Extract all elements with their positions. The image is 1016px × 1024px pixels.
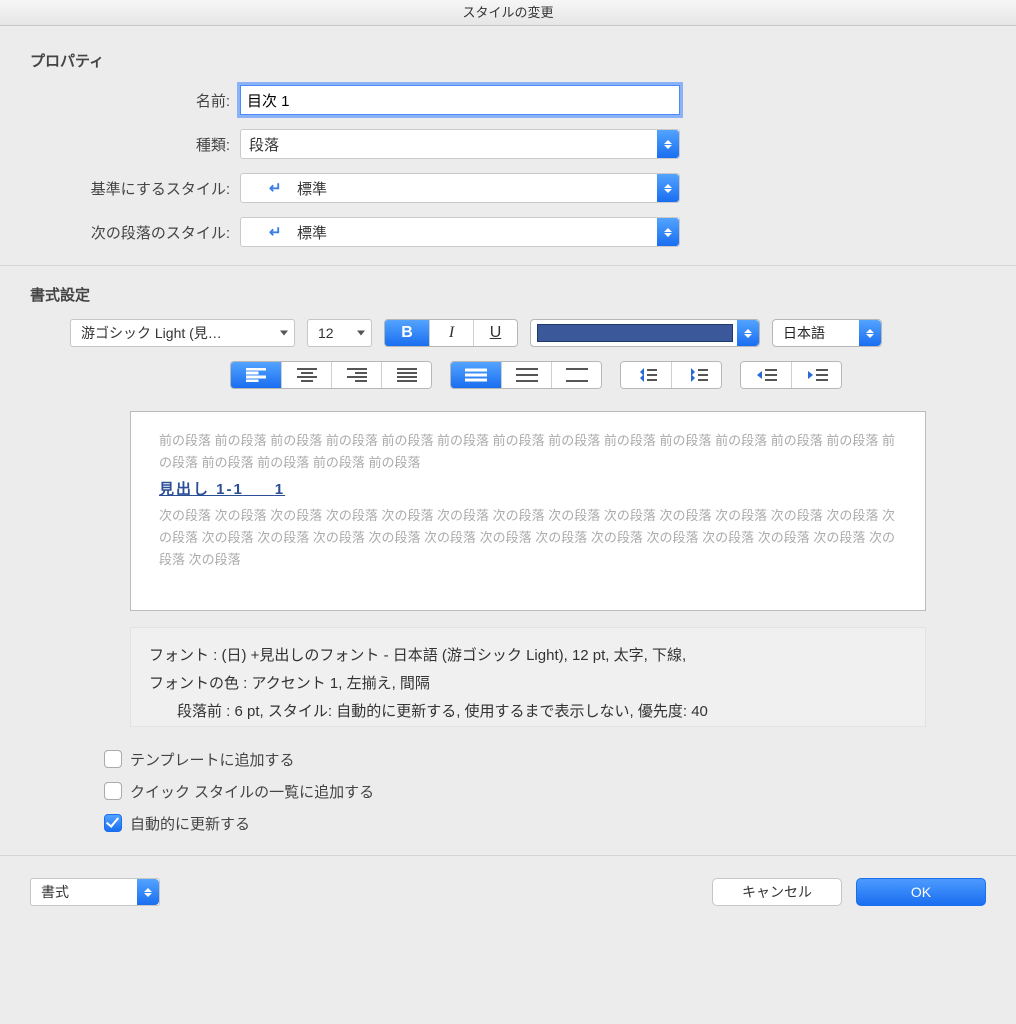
language-value: 日本語 xyxy=(783,323,825,343)
bold-italic-underline-group: B I U xyxy=(384,319,518,347)
line-spacing-group xyxy=(450,361,602,389)
chevron-updown-icon[interactable] xyxy=(859,320,881,346)
type-label: 種類: xyxy=(30,134,240,155)
next-para-value: 標準 xyxy=(275,222,327,243)
based-on-select[interactable]: ↵ 標準 xyxy=(240,173,680,203)
cancel-button[interactable]: キャンセル xyxy=(712,878,842,906)
chevron-down-icon xyxy=(357,331,365,336)
align-right-button[interactable] xyxy=(331,362,381,388)
chevron-updown-icon[interactable] xyxy=(137,879,159,905)
font-family-select[interactable]: 游ゴシック Light (見… xyxy=(70,319,295,347)
italic-button[interactable]: I xyxy=(429,320,473,346)
line-spacing-1-5-button[interactable] xyxy=(501,362,551,388)
checkbox-input[interactable] xyxy=(104,782,122,800)
line-spacing-1-button[interactable] xyxy=(451,362,501,388)
font-family-value: 游ゴシック Light (見… xyxy=(81,323,222,343)
type-value: 段落 xyxy=(249,134,279,155)
decrease-indent-button[interactable] xyxy=(741,362,791,388)
desc-line-1: フォント : (日) +見出しのフォント - 日本語 (游ゴシック Light)… xyxy=(149,642,907,670)
align-left-button[interactable] xyxy=(231,362,281,388)
chevron-updown-icon[interactable] xyxy=(657,130,679,158)
next-para-label: 次の段落のスタイル: xyxy=(30,222,240,243)
chevron-updown-icon[interactable] xyxy=(657,174,679,202)
checkbox-input[interactable] xyxy=(104,814,122,832)
font-size-select[interactable]: 12 xyxy=(307,319,372,347)
decrease-space-before-button[interactable] xyxy=(671,362,721,388)
preview-next-paragraph: 次の段落 次の段落 次の段落 次の段落 次の段落 次の段落 次の段落 次の段落 … xyxy=(159,505,897,571)
paragraph-icon: ↵ xyxy=(269,223,282,241)
based-on-label: 基準にするスタイル: xyxy=(30,178,240,199)
bold-button[interactable]: B xyxy=(385,320,429,346)
font-color-select[interactable] xyxy=(530,319,760,347)
checkbox-label: クイック スタイルの一覧に追加する xyxy=(130,781,374,802)
line-spacing-2-button[interactable] xyxy=(551,362,601,388)
ok-button[interactable]: OK xyxy=(856,878,986,906)
paragraph-spacing-group xyxy=(620,361,722,389)
chevron-down-icon xyxy=(280,331,288,336)
checkbox-label: テンプレートに追加する xyxy=(130,749,295,770)
add-to-quick-styles-checkbox[interactable]: クイック スタイルの一覧に追加する xyxy=(100,779,986,803)
alignment-group xyxy=(230,361,432,389)
language-select[interactable]: 日本語 xyxy=(772,319,882,347)
name-input[interactable] xyxy=(240,85,680,115)
checkbox-label: 自動的に更新する xyxy=(130,813,250,834)
desc-line-3: 段落前 : 6 pt, スタイル: 自動的に更新する, 使用するまで表示しない,… xyxy=(149,698,907,726)
properties-section-title: プロパティ xyxy=(30,50,986,71)
increase-indent-button[interactable] xyxy=(791,362,841,388)
format-menu-label: 書式 xyxy=(41,882,69,902)
align-center-button[interactable] xyxy=(281,362,331,388)
format-menu-button[interactable]: 書式 xyxy=(30,878,160,906)
checkbox-input[interactable] xyxy=(104,750,122,768)
next-para-select[interactable]: ↵ 標準 xyxy=(240,217,680,247)
indent-group xyxy=(740,361,842,389)
style-description: フォント : (日) +見出しのフォント - 日本語 (游ゴシック Light)… xyxy=(130,627,926,727)
chevron-updown-icon[interactable] xyxy=(737,320,759,346)
color-swatch xyxy=(537,324,733,342)
increase-space-before-button[interactable] xyxy=(621,362,671,388)
separator xyxy=(0,265,1016,266)
auto-update-checkbox[interactable]: 自動的に更新する xyxy=(100,811,986,835)
separator xyxy=(0,855,1016,856)
chevron-updown-icon[interactable] xyxy=(657,218,679,246)
name-label: 名前: xyxy=(30,90,240,111)
based-on-value: 標準 xyxy=(275,178,327,199)
window-title: スタイルの変更 xyxy=(0,0,1016,26)
underline-button[interactable]: U xyxy=(473,320,517,346)
type-select[interactable]: 段落 xyxy=(240,129,680,159)
desc-line-2: フォントの色 : アクセント 1, 左揃え, 間隔 xyxy=(149,670,907,698)
formatting-section-title: 書式設定 xyxy=(30,284,986,305)
paragraph-icon: ↵ xyxy=(269,179,282,197)
font-size-value: 12 xyxy=(318,325,334,341)
align-justify-button[interactable] xyxy=(381,362,431,388)
add-to-template-checkbox[interactable]: テンプレートに追加する xyxy=(100,747,986,771)
preview-heading: 見出し 1-1 1 xyxy=(159,478,897,499)
preview-previous-paragraph: 前の段落 前の段落 前の段落 前の段落 前の段落 前の段落 前の段落 前の段落 … xyxy=(159,430,897,474)
preview-box: 前の段落 前の段落 前の段落 前の段落 前の段落 前の段落 前の段落 前の段落 … xyxy=(130,411,926,611)
